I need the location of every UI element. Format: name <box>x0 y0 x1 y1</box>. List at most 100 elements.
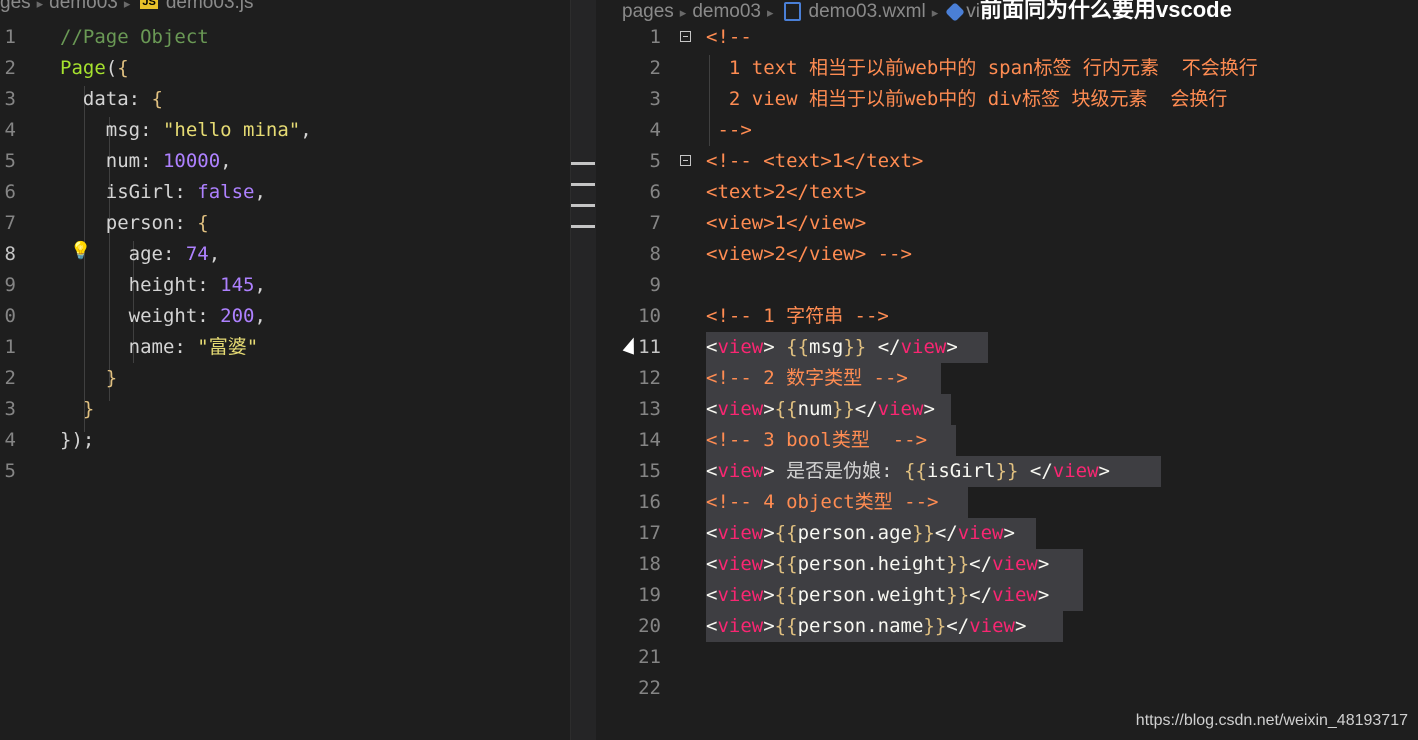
code-line[interactable]: 21 <box>596 642 1418 673</box>
code-text[interactable]: --> <box>706 115 751 146</box>
code-text[interactable]: <view>1</view> <box>706 208 866 239</box>
breadcrumb-folder[interactable]: demo03 <box>692 1 761 22</box>
line-number: 17 <box>638 522 661 544</box>
code-line[interactable]: 17 <view>{{person.age}}</view> <box>596 518 1418 549</box>
code-line[interactable]: 1 name: "富婆" <box>0 332 570 363</box>
code-text[interactable]: <!-- 3 bool类型 --> <box>706 425 927 456</box>
code-text[interactable]: } <box>60 363 117 394</box>
code-text[interactable]: num: 10000, <box>60 146 232 177</box>
code-text[interactable]: name: "富婆" <box>60 332 259 363</box>
code-line[interactable]: 7 <view>1</view> <box>596 208 1418 239</box>
code-text[interactable]: person: { <box>60 208 209 239</box>
code-line[interactable]: 16 <!-- 4 object类型 --> <box>596 487 1418 518</box>
code-text[interactable]: <view> 是否是伪娘: {{isGirl}} </view> <box>706 456 1110 487</box>
code-text[interactable]: }); <box>60 425 94 456</box>
code-text[interactable]: weight: 200, <box>60 301 266 332</box>
breadcrumb-file[interactable]: demo03.wxml <box>809 1 926 22</box>
code-line[interactable]: 14 <!-- 3 bool类型 --> <box>596 425 1418 456</box>
code-line[interactable]: 2 Page({ <box>0 53 570 84</box>
code-line[interactable]: 6 isGirl: false, <box>0 177 570 208</box>
line-number: 12 <box>638 367 661 389</box>
code-line[interactable]: 3 2 view 相当于以前web中的 div标签 块级元素 会换行 <box>596 84 1418 115</box>
code-line[interactable]: 20 <view>{{person.name}}</view> <box>596 611 1418 642</box>
code-line[interactable]: 1 <!-- <box>596 22 1418 53</box>
code-line[interactable]: 4 --> <box>596 115 1418 146</box>
line-number: 3 <box>4 398 16 420</box>
code-line[interactable]: 10 <!-- 1 字符串 --> <box>596 301 1418 332</box>
line-number: 6 <box>649 181 661 203</box>
code-line[interactable]: 5 num: 10000, <box>0 146 570 177</box>
code-line[interactable]: 22 <box>596 673 1418 704</box>
code-text[interactable]: <!-- 2 数字类型 --> <box>706 363 908 394</box>
code-text[interactable]: } <box>60 394 94 425</box>
line-number: 3 <box>649 88 661 110</box>
code-text[interactable]: <view> {{msg}} </view> <box>706 332 958 363</box>
code-line[interactable]: 8 <view>2</view> --> <box>596 239 1418 270</box>
code-line[interactable]: 15 <view> 是否是伪娘: {{isGirl}} </view> <box>596 456 1418 487</box>
code-text[interactable]: <view>{{num}}</view> <box>706 394 935 425</box>
scroll-marker <box>571 225 595 228</box>
code-line[interactable]: 13 <view>{{num}}</view> <box>596 394 1418 425</box>
code-text[interactable]: <!-- 1 字符串 --> <box>706 301 889 332</box>
breadcrumb-folder[interactable]: ges <box>0 0 31 13</box>
code-text[interactable]: isGirl: false, <box>60 177 266 208</box>
code-line[interactable]: 9 height: 145, <box>0 270 570 301</box>
right-editor-pane[interactable]: pages ▸ demo03 ▸ demo03.wxml ▸ vi前面同为什么要用vscod… <box>596 0 1418 740</box>
code-text[interactable]: <view>{{person.name}}</view> <box>706 611 1026 642</box>
code-line[interactable]: 2 1 text 相当于以前web中的 span标签 行内元素 不会换行 <box>596 53 1418 84</box>
code-text[interactable]: <view>{{person.weight}}</view> <box>706 580 1049 611</box>
line-number: 5 <box>4 460 16 482</box>
code-line[interactable]: 5 <!-- <text>1</text> <box>596 146 1418 177</box>
code-text[interactable]: 1 text 相当于以前web中的 span标签 行内元素 不会换行 <box>706 53 1258 84</box>
code-line[interactable]: 1 //Page Object <box>0 22 570 53</box>
fold-toggle-icon[interactable] <box>680 155 691 166</box>
code-text[interactable]: Page({ <box>60 53 129 84</box>
code-text[interactable]: //Page Object <box>60 22 209 53</box>
fold-toggle-icon[interactable] <box>680 31 691 42</box>
code-line[interactable]: 4 msg: "hello mina", <box>0 115 570 146</box>
code-text[interactable]: <view>{{person.age}}</view> <box>706 518 1015 549</box>
code-text[interactable]: data: { <box>60 84 163 115</box>
wxml-file-icon <box>783 2 801 22</box>
code-line[interactable]: 18 <view>{{person.height}}</view> <box>596 549 1418 580</box>
line-number: 7 <box>4 212 16 234</box>
code-text[interactable]: <!-- 4 object类型 --> <box>706 487 938 518</box>
code-line[interactable]: 12 <!-- 2 数字类型 --> <box>596 363 1418 394</box>
line-number: 8 <box>649 243 661 265</box>
code-line[interactable]: 7 person: { <box>0 208 570 239</box>
breadcrumb-folder[interactable]: pages <box>622 1 674 22</box>
breadcrumb-folder[interactable]: demo03 <box>49 0 118 13</box>
code-line[interactable]: 19 <view>{{person.weight}}</view> <box>596 580 1418 611</box>
breadcrumb-file[interactable]: demo03.js <box>166 0 254 13</box>
lightbulb-icon[interactable]: 💡 <box>70 241 91 261</box>
line-number: 8 <box>4 243 16 265</box>
code-line[interactable]: 4}); <box>0 425 570 456</box>
code-text[interactable]: <!-- <box>706 22 752 53</box>
code-line[interactable]: 6 <text>2</text> <box>596 177 1418 208</box>
line-number: 5 <box>4 150 16 172</box>
code-line[interactable]: 2 } <box>0 363 570 394</box>
code-line[interactable]: 9 <box>596 270 1418 301</box>
symbol-icon <box>945 2 966 22</box>
code-line[interactable]: 0 weight: 200, <box>0 301 570 332</box>
code-text[interactable]: 2 view 相当于以前web中的 div标签 块级元素 会换行 <box>706 84 1227 115</box>
breadcrumb-symbol[interactable]: vi <box>966 1 980 22</box>
code-text[interactable]: <text>2</text> <box>706 177 866 208</box>
line-number: 4 <box>649 119 661 141</box>
minimap-scrollbar[interactable] <box>570 0 596 740</box>
right-breadcrumb: pages ▸ demo03 ▸ demo03.wxml ▸ vi前面同为什么要用vscod… <box>622 0 1232 22</box>
chevron-right-icon: ▸ <box>123 0 131 11</box>
code-text[interactable]: height: 145, <box>60 270 266 301</box>
code-line[interactable]: 11 <view> {{msg}} </view> <box>596 332 1418 363</box>
code-line[interactable]: 3 data: { <box>0 84 570 115</box>
code-text[interactable]: <view>2</view> --> <box>706 239 912 270</box>
code-line[interactable]: 3 } <box>0 394 570 425</box>
left-editor-pane[interactable]: ges ▸ demo03 ▸ JS demo03.js 1 //Page Object 2 Pa… <box>0 0 570 740</box>
code-text[interactable]: msg: "hello mina", <box>60 115 312 146</box>
scroll-marker <box>571 183 595 186</box>
line-number: 2 <box>649 57 661 79</box>
line-number: 20 <box>638 615 661 637</box>
code-text[interactable]: <view>{{person.height}}</view> <box>706 549 1049 580</box>
code-text[interactable]: <!-- <text>1</text> <box>706 146 923 177</box>
code-line[interactable]: 5 <box>0 456 570 487</box>
